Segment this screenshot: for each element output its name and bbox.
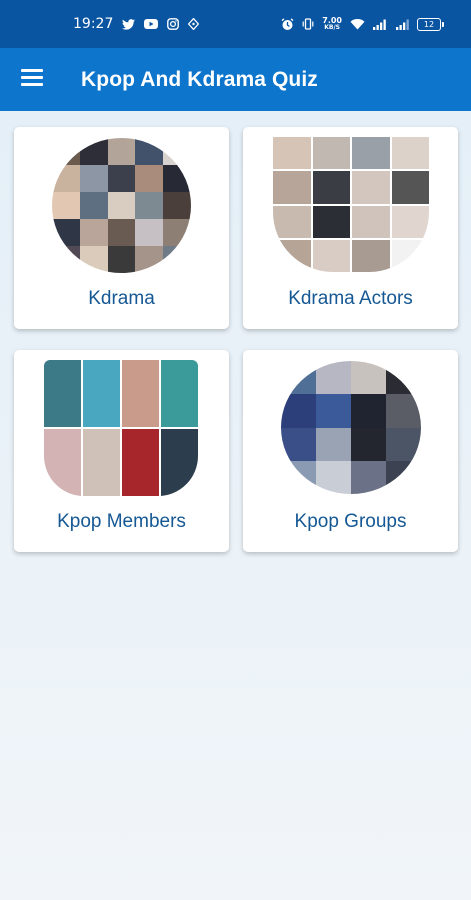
category-card-kpop-members[interactable]: Kpop Members: [14, 350, 229, 552]
kdrama-collage-image: [52, 138, 191, 273]
hamburger-menu-icon[interactable]: [21, 69, 43, 89]
wifi-icon: [350, 18, 365, 30]
status-bar: 19:27 7.00 KB/S 12: [0, 0, 471, 48]
category-label-kdrama: Kdrama: [88, 288, 155, 309]
twitter-icon: [122, 18, 136, 30]
battery-icon: 12: [417, 17, 444, 31]
category-label-kdrama-actors: Kdrama Actors: [288, 288, 413, 309]
status-right: 7.00 KB/S 12: [281, 0, 444, 48]
category-card-kdrama[interactable]: Kdrama: [14, 127, 229, 329]
location-icon: [188, 18, 200, 30]
network-speed: 7.00 KB/S: [322, 17, 342, 31]
category-label-kpop-groups: Kpop Groups: [294, 511, 407, 532]
network-speed-unit: KB/S: [324, 24, 340, 31]
app-title: Kpop And Kdrama Quiz: [81, 68, 318, 91]
status-left: 19:27: [73, 0, 200, 48]
category-label-kpop-members: Kpop Members: [57, 511, 186, 532]
status-time: 19:27: [73, 16, 114, 32]
category-card-kpop-groups[interactable]: Kpop Groups: [243, 350, 458, 552]
signal-icon-2: [396, 19, 409, 30]
alarm-icon: [281, 17, 294, 31]
kpop-groups-collage-image: [281, 361, 421, 494]
instagram-icon: [167, 18, 180, 30]
kdrama-actors-collage-image: [273, 137, 429, 272]
kpop-members-collage-image: [44, 360, 198, 496]
category-card-kdrama-actors[interactable]: Kdrama Actors: [243, 127, 458, 329]
youtube-icon: [144, 19, 159, 29]
signal-icon: [373, 19, 388, 30]
app-bar: Kpop And Kdrama Quiz: [0, 48, 471, 111]
vibrate-icon: [302, 18, 314, 30]
